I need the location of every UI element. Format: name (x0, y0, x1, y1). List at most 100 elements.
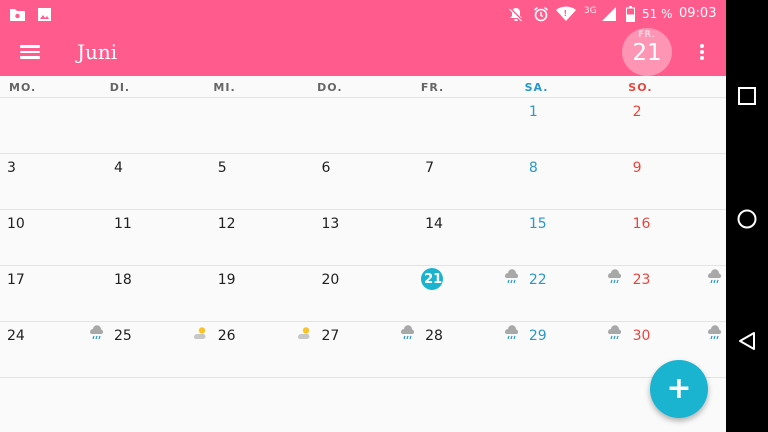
calendar-screen: ! 3G 51 % 09:03 Juni FR. 21 MO. DI. MI. DO.… (0, 0, 726, 432)
app-bar: Juni FR. 21 (0, 28, 726, 76)
day-cell[interactable]: 6 (311, 154, 415, 210)
week-row: 17 18 19 20 21 22 23 (0, 266, 726, 322)
day-number: 10 (7, 216, 25, 232)
mute-icon (508, 6, 524, 22)
day-cell[interactable]: 2 (622, 98, 726, 154)
today-button[interactable]: FR. 21 (622, 28, 672, 76)
week-row: 3 4 5 6 7 8 9 (0, 154, 726, 210)
day-number: 20 (321, 272, 340, 288)
battery-icon (626, 6, 635, 22)
day-number: 15 (528, 216, 547, 232)
back-icon[interactable] (735, 329, 759, 353)
day-number: 7 (425, 160, 435, 176)
wifi-icon: ! (556, 6, 576, 22)
day-number: 11 (114, 216, 132, 232)
day-cell[interactable]: 12 (207, 210, 311, 266)
photo-folder-icon (9, 6, 26, 22)
today-weekday: FR. (638, 30, 656, 40)
week-row: 10 11 12 13 14 15 16 (0, 210, 726, 266)
day-number: 1 (528, 104, 538, 120)
month-title[interactable]: Juni (77, 39, 117, 65)
day-cell[interactable]: 3 (0, 154, 104, 210)
day-number: 24 (7, 328, 25, 344)
day-number: 23 (632, 272, 651, 288)
recents-icon[interactable] (735, 84, 759, 108)
day-cell[interactable] (0, 98, 104, 154)
weekday-label: DO. (317, 81, 343, 94)
day-cell[interactable] (311, 98, 415, 154)
menu-icon[interactable] (18, 42, 42, 62)
day-number: 18 (114, 272, 132, 288)
image-icon (37, 6, 52, 22)
day-cell[interactable]: 18 (104, 266, 208, 322)
rain-cloud-icon (606, 324, 624, 342)
day-number: 9 (632, 160, 642, 176)
day-number: 2 (632, 104, 642, 120)
weekday-label: FR. (420, 81, 445, 94)
signal-icon (601, 6, 617, 22)
day-cell[interactable]: 8 (519, 154, 623, 210)
week-row: 12 (0, 98, 726, 154)
more-options-icon[interactable] (694, 42, 710, 62)
day-cell[interactable]: 16 (622, 210, 726, 266)
day-number: 13 (321, 216, 340, 232)
day-cell[interactable]: 17 (0, 266, 104, 322)
day-number: 28 (425, 328, 443, 344)
network-type: 3G (584, 6, 597, 16)
week-row: 24 25 26 27 28 29 30 (0, 322, 726, 378)
rain-cloud-icon (503, 324, 521, 342)
day-cell[interactable]: 15 (519, 210, 623, 266)
weekday-label: MI. (213, 81, 236, 94)
rain-cloud-icon (88, 324, 106, 342)
add-event-button[interactable]: + (650, 360, 708, 418)
day-number: 3 (7, 160, 16, 176)
day-cell[interactable]: 7 (415, 154, 519, 210)
rain-cloud-icon (606, 268, 624, 286)
day-number: 22 (528, 272, 547, 288)
status-bar: ! 3G 51 % 09:03 (0, 0, 726, 28)
day-number: 14 (425, 216, 443, 232)
day-cell[interactable]: 4 (104, 154, 208, 210)
home-icon[interactable] (735, 207, 759, 231)
day-cell[interactable]: 19 (207, 266, 311, 322)
alarm-icon (533, 6, 549, 22)
day-number: 27 (321, 328, 340, 344)
day-cell[interactable]: 5 (207, 154, 311, 210)
day-cell[interactable]: 13 (311, 210, 415, 266)
svg-text:!: ! (564, 9, 568, 18)
battery-percent: 51 % (642, 7, 673, 21)
day-cell[interactable]: 14 (415, 210, 519, 266)
weekday-label: SA. (524, 81, 549, 94)
day-number: 19 (217, 272, 236, 288)
day-cell[interactable] (207, 98, 311, 154)
day-number: 26 (217, 328, 236, 344)
day-number: 5 (217, 160, 227, 176)
weekday-label: MO. (9, 81, 37, 94)
status-time: 09:03 (679, 6, 717, 21)
day-cell[interactable]: 10 (0, 210, 104, 266)
day-number: 30 (632, 328, 651, 344)
day-number: 25 (114, 328, 132, 344)
rain-cloud-icon (706, 268, 724, 286)
day-number: 4 (114, 160, 123, 176)
day-number: 21 (424, 272, 443, 287)
day-number: 12 (217, 216, 236, 232)
day-cell[interactable]: 11 (104, 210, 208, 266)
partly-sunny-icon (191, 324, 209, 342)
today-date: 21 (632, 40, 662, 66)
day-cell[interactable]: 20 (311, 266, 415, 322)
day-number: 29 (528, 328, 547, 344)
day-cell[interactable]: 9 (622, 154, 726, 210)
partly-sunny-icon (295, 324, 313, 342)
rain-cloud-icon (706, 324, 724, 342)
day-cell[interactable]: 1 (519, 98, 623, 154)
weekday-label: SO. (628, 81, 653, 94)
weekday-header: MO. DI. MI. DO. FR. SA. SO. (0, 76, 726, 98)
day-cell[interactable] (104, 98, 208, 154)
day-cell[interactable] (415, 98, 519, 154)
weekday-label: DI. (109, 81, 131, 94)
navigation-bar (726, 0, 768, 432)
day-number: 16 (632, 216, 651, 232)
day-number: 17 (7, 272, 25, 288)
rain-cloud-icon (503, 268, 521, 286)
